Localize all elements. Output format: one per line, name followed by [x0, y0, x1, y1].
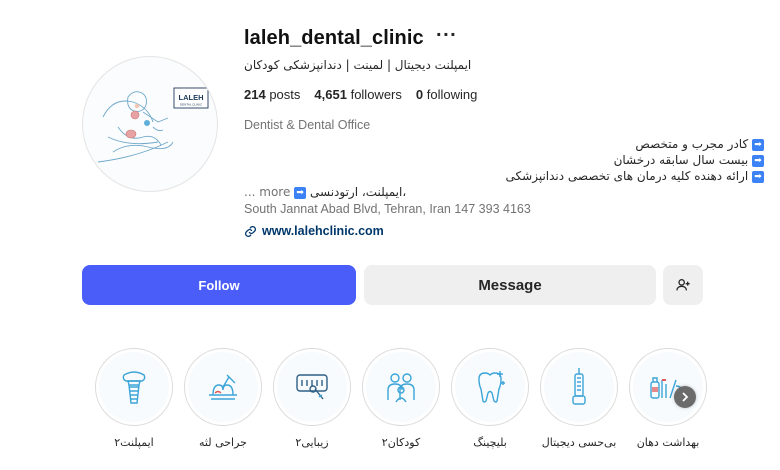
highlight-label: زیبایی۲	[295, 436, 329, 449]
highlight-gum-surgery[interactable]: جراحی لثه	[183, 348, 263, 449]
profile-stats: 214 posts 4,651 followers 0 following	[244, 84, 764, 104]
digital-anesthesia-icon	[572, 368, 586, 405]
followers-label: followers	[350, 86, 402, 102]
bio-line: ➡ ارائه دهنده کلیه درمان های تخصصی دندان…	[244, 168, 764, 184]
following-label: following	[426, 86, 478, 102]
highlights-next-button[interactable]	[674, 386, 696, 408]
highlight-label: کودکان۲	[381, 436, 421, 449]
suggested-accounts-button[interactable]	[663, 265, 703, 305]
posts-count: 214	[244, 86, 266, 102]
more-options-icon[interactable]: ···	[436, 27, 457, 46]
profile-info: laleh_dental_clinic ··· ایمپلنت دیجیتال …	[244, 24, 764, 240]
highlight-oral-hygiene[interactable]: بهداشت دهان	[628, 348, 708, 449]
whitening-tooth-icon	[478, 371, 505, 403]
highlight-kids[interactable]: کودکان۲	[361, 348, 441, 449]
bio-line: ➡ بیست سال سابقه درخشان	[244, 152, 764, 168]
highlight-label: ایمپلنت۲	[114, 436, 154, 449]
bio-line: ➡ کادر مجرب و متخصص	[244, 136, 764, 152]
followers-stat[interactable]: 4,651 followers	[314, 87, 401, 102]
arrow-right-icon: ➡	[294, 186, 307, 199]
highlight-label: بلیچینگ	[473, 436, 507, 449]
follow-button[interactable]: Follow	[82, 265, 356, 305]
highlight-label: جراحی لثه	[199, 436, 247, 449]
arrow-right-icon: ➡	[752, 138, 764, 151]
implant-icon	[122, 371, 146, 404]
arrow-right-icon: ➡	[752, 170, 764, 183]
story-highlights: ایمپلنت۲ جراحی لثه زیبایی۲ کودکان۲ بلیچی…	[94, 348, 714, 458]
highlight-digital-anesthesia[interactable]: بی‌حسی دیجیتال	[539, 348, 619, 449]
smile-mirror-icon	[296, 374, 328, 400]
posts-stat[interactable]: 214 posts	[244, 87, 300, 102]
website-link[interactable]: www.lalehclinic.com	[244, 222, 764, 240]
followers-count: 4,651	[314, 86, 347, 102]
family-icon	[387, 373, 415, 403]
svg-text:LALEH: LALEH	[179, 93, 204, 102]
message-button[interactable]: Message	[364, 265, 656, 305]
bio-line: ... more ➡ ایمپلنت، ارتودنسی،	[244, 185, 407, 199]
arrow-right-icon: ➡	[752, 154, 764, 167]
website-text: www.lalehclinic.com	[262, 224, 384, 238]
highlight-implant[interactable]: ایمپلنت۲	[94, 348, 174, 449]
profile-avatar[interactable]: LALEH DENTAL CLINIC	[82, 56, 218, 192]
profile-subtitle: ایمپلنت دیجیتال | لمینت | دندانپزشکی کود…	[244, 58, 472, 72]
add-user-icon	[676, 279, 690, 291]
username: laleh_dental_clinic	[244, 26, 424, 49]
highlight-label: بی‌حسی دیجیتال	[541, 436, 617, 449]
highlight-label: بهداشت دهان	[636, 436, 700, 449]
svg-text:DENTAL CLINIC: DENTAL CLINIC	[180, 103, 203, 107]
highlight-cosmetic[interactable]: زیبایی۲	[272, 348, 352, 449]
clinic-logo-illustration: LALEH DENTAL CLINIC	[97, 87, 209, 163]
highlight-whitening[interactable]: بلیچینگ	[450, 348, 530, 449]
link-icon	[245, 225, 256, 237]
following-count: 0	[415, 86, 424, 102]
profile-address: South Jannat Abad Blvd, Tehran, Iran 147…	[244, 202, 531, 216]
bio-more-link[interactable]: ... more	[244, 185, 290, 199]
profile-category: Dentist & Dental Office	[244, 118, 371, 132]
gum-surgery-icon	[209, 374, 237, 400]
chevron-right-icon	[682, 392, 689, 402]
following-stat[interactable]: 0 following	[416, 87, 477, 102]
posts-label: posts	[269, 86, 301, 102]
